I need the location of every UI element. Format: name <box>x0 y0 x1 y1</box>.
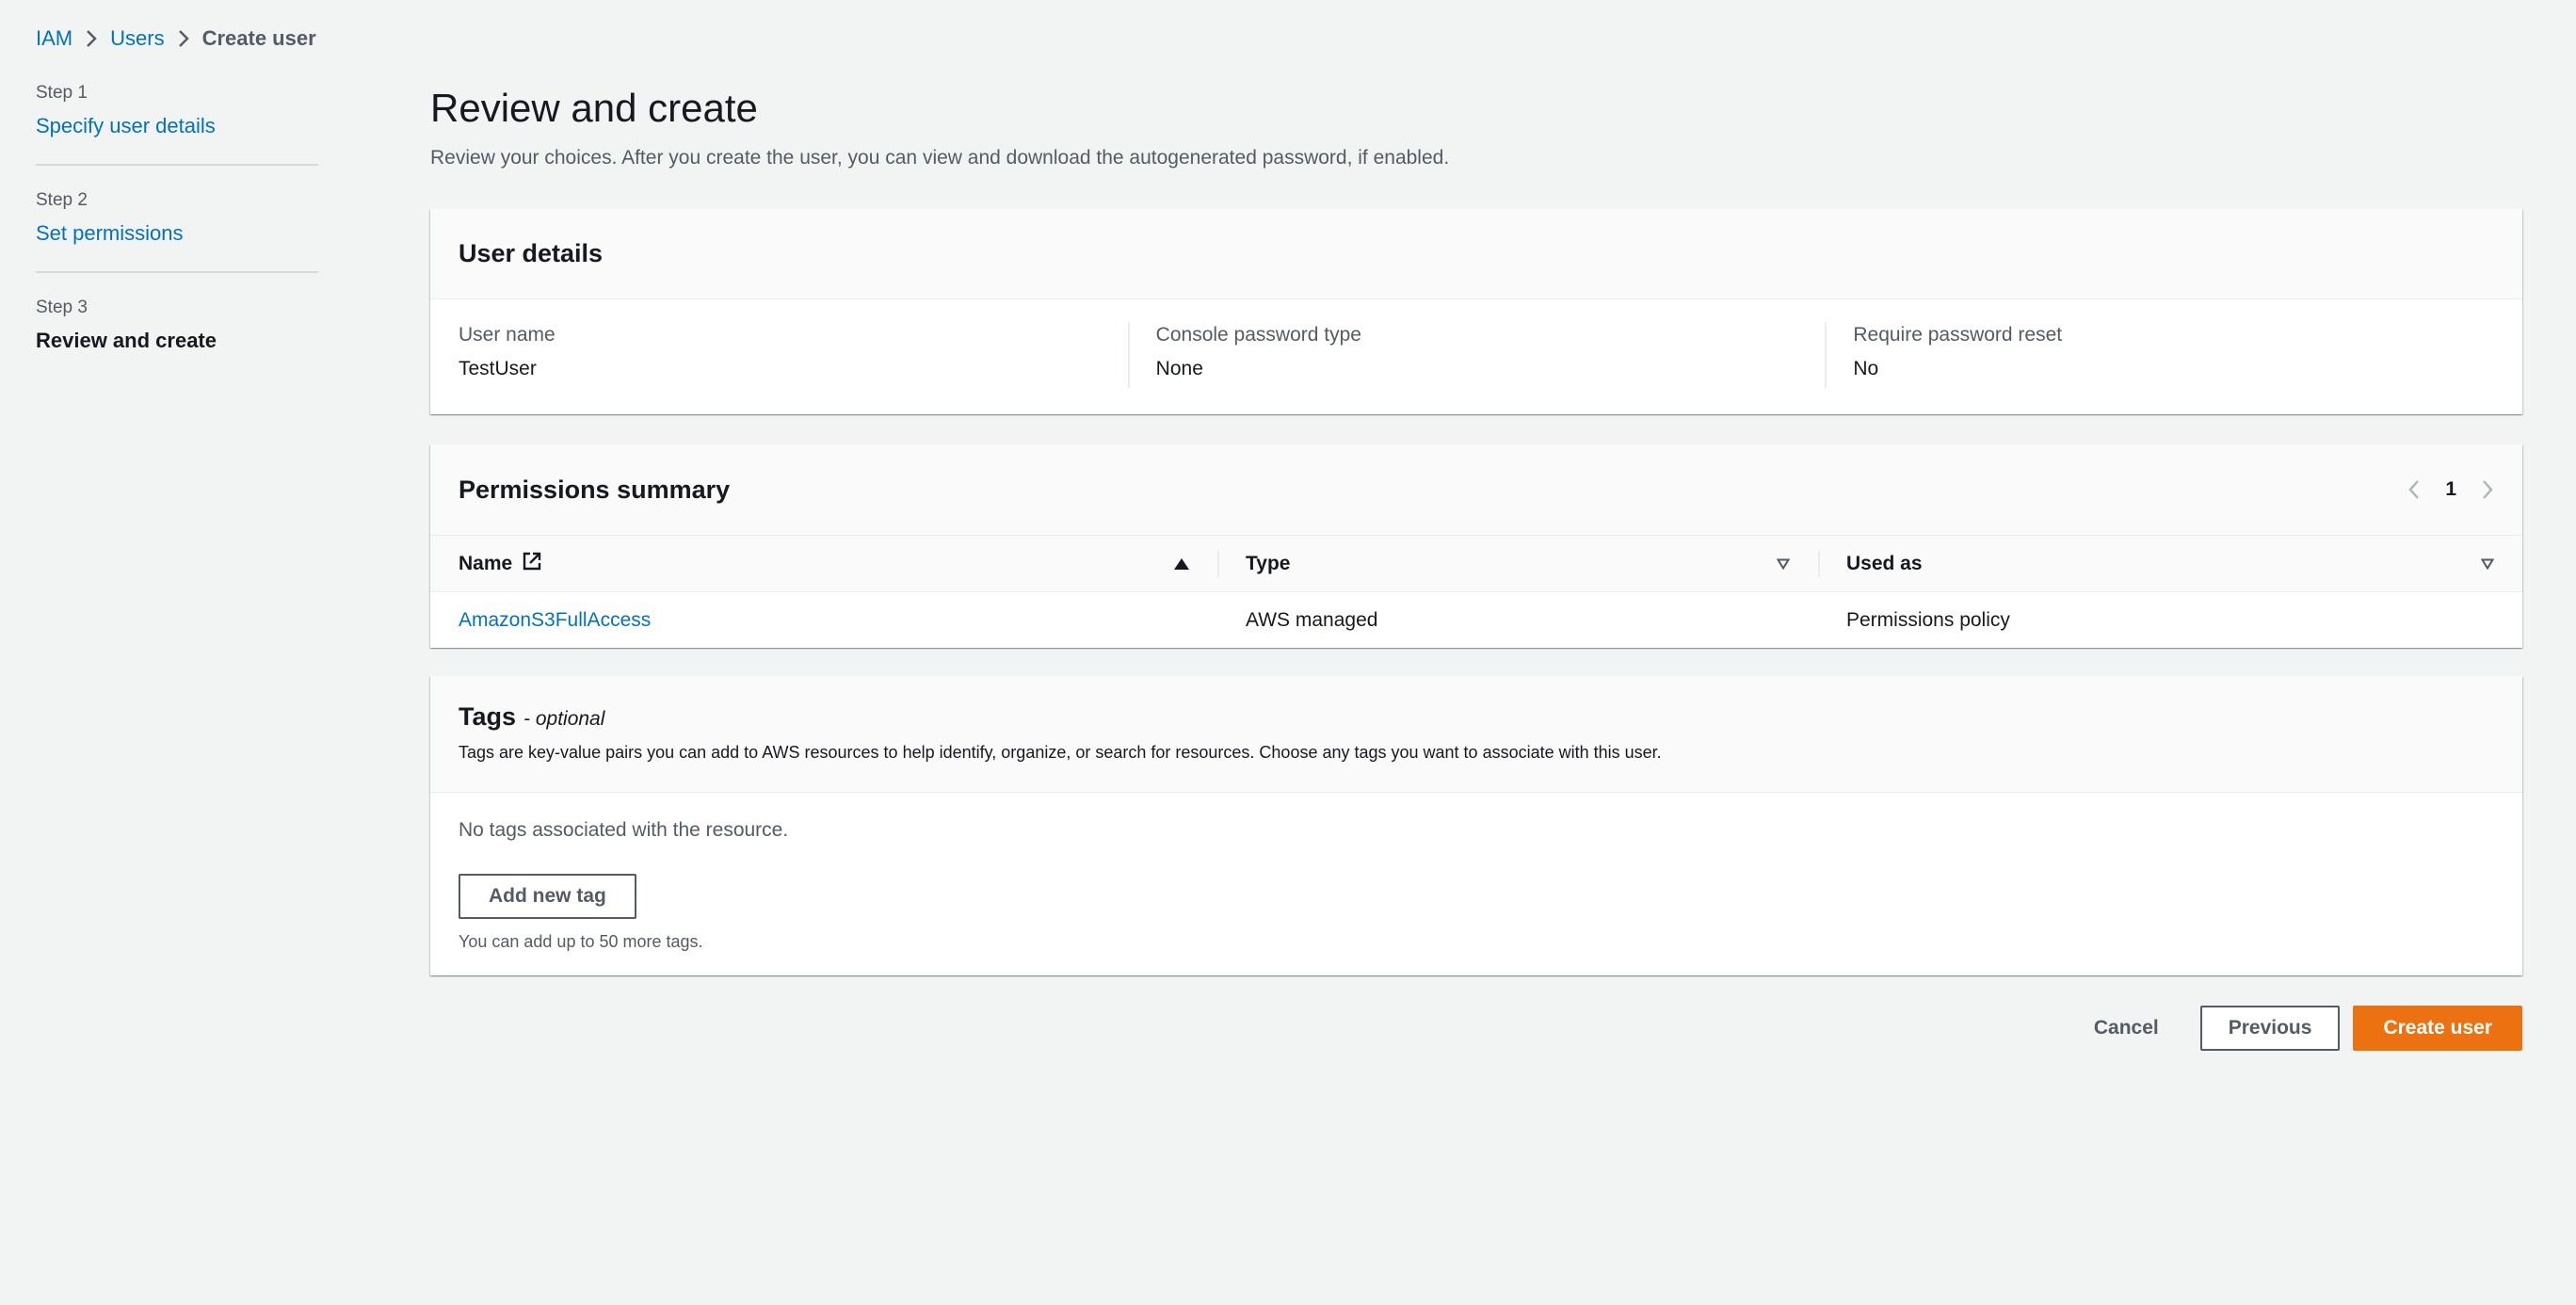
user-details-header: User details <box>430 209 2522 299</box>
field-value: TestUser <box>459 358 537 379</box>
permissions-table: Name Type Used as AmazonS3FullAccess AWS… <box>430 535 2522 649</box>
policy-link-amazons3fullaccess[interactable]: AmazonS3FullAccess <box>459 609 651 631</box>
wizard-step-3: Step 3 Review and create <box>36 298 318 379</box>
column-label: Name <box>459 552 513 574</box>
no-tags-message: No tags associated with the resource. <box>459 819 789 841</box>
step-current-review-and-create: Review and create <box>36 329 217 352</box>
add-new-tag-button[interactable]: Add new tag <box>459 874 636 919</box>
column-header-type[interactable]: Type <box>1217 535 1818 592</box>
wizard-steps: Step 1 Specify user details Step 2 Set p… <box>36 83 318 403</box>
main-content: Review and create Review your choices. A… <box>430 83 2522 1051</box>
tags-title: Tags - optional <box>459 702 2494 732</box>
permissions-header: Permissions summary 1 <box>430 444 2522 535</box>
permissions-title: Permissions summary <box>459 475 731 504</box>
tags-limit-hint: You can add up to 50 more tags. <box>459 932 703 951</box>
sort-ascending-icon <box>1174 557 1189 570</box>
breadcrumb: IAM Users Create user <box>36 24 316 53</box>
page-title: Review and create <box>430 86 758 130</box>
tags-title-text: Tags <box>459 702 517 731</box>
create-user-button[interactable]: Create user <box>2353 1006 2522 1051</box>
user-details-panel: User details User name TestUser Console … <box>430 209 2522 414</box>
field-key: User name <box>459 324 555 346</box>
previous-button[interactable]: Previous <box>2199 1006 2341 1051</box>
chevron-left-icon[interactable] <box>2407 479 2421 500</box>
field-user-name: User name TestUser <box>430 322 1128 382</box>
column-header-used-as[interactable]: Used as <box>1818 535 2522 592</box>
chevron-right-icon <box>165 24 202 53</box>
chevron-right-icon <box>72 24 110 53</box>
user-details-fields: User name TestUser Console password type… <box>430 299 2522 388</box>
page-number[interactable]: 1 <box>2445 478 2456 501</box>
step-label: Step 3 <box>36 298 88 317</box>
step-link-set-permissions[interactable]: Set permissions <box>36 221 184 245</box>
column-label: Type <box>1246 552 1291 574</box>
external-link-icon <box>522 551 542 577</box>
breadcrumb-users[interactable]: Users <box>110 26 164 51</box>
column-header-name[interactable]: Name <box>430 535 1217 592</box>
field-console-password-type: Console password type None <box>1127 322 1826 388</box>
column-label: Used as <box>1846 552 1923 574</box>
field-key: Console password type <box>1155 324 1361 346</box>
permissions-summary-panel: Permissions summary 1 Name Type Used as … <box>430 444 2522 648</box>
breadcrumb-iam[interactable]: IAM <box>36 26 72 51</box>
tags-header: Tags - optional Tags are key-value pairs… <box>430 676 2522 793</box>
wizard-actions: Cancel Previous Create user <box>2066 1006 2522 1051</box>
cancel-button[interactable]: Cancel <box>2066 1006 2187 1051</box>
page-description: Review your choices. After you create th… <box>430 147 1450 169</box>
cell-used-as: Permissions policy <box>1846 608 2010 631</box>
tags-panel: Tags - optional Tags are key-value pairs… <box>430 676 2522 975</box>
cell-type: AWS managed <box>1246 608 1378 631</box>
field-value: None <box>1155 358 1203 379</box>
tags-description: Tags are key-value pairs you can add to … <box>459 743 1662 762</box>
field-value: No <box>1853 358 1879 379</box>
wizard-step-1: Step 1 Specify user details <box>36 83 318 166</box>
step-label: Step 1 <box>36 83 88 103</box>
sort-descending-icon <box>1776 553 1791 575</box>
tags-optional-label: - optional <box>523 708 605 730</box>
wizard-step-2: Step 2 Set permissions <box>36 190 318 273</box>
chevron-right-icon[interactable] <box>2481 479 2494 500</box>
field-key: Require password reset <box>1853 324 2063 346</box>
tags-body: No tags associated with the resource. Ad… <box>430 793 2522 952</box>
table-row: AmazonS3FullAccess AWS managed Permissio… <box>430 592 2522 649</box>
pagination: 1 <box>2407 444 2494 535</box>
user-details-title: User details <box>459 239 604 267</box>
step-label: Step 2 <box>36 190 88 210</box>
step-link-specify-user-details[interactable]: Specify user details <box>36 114 216 137</box>
sort-descending-icon <box>2480 553 2495 575</box>
table-header-row: Name Type Used as <box>430 535 2522 592</box>
breadcrumb-current: Create user <box>201 26 316 50</box>
field-require-password-reset: Require password reset No <box>1825 322 2522 388</box>
